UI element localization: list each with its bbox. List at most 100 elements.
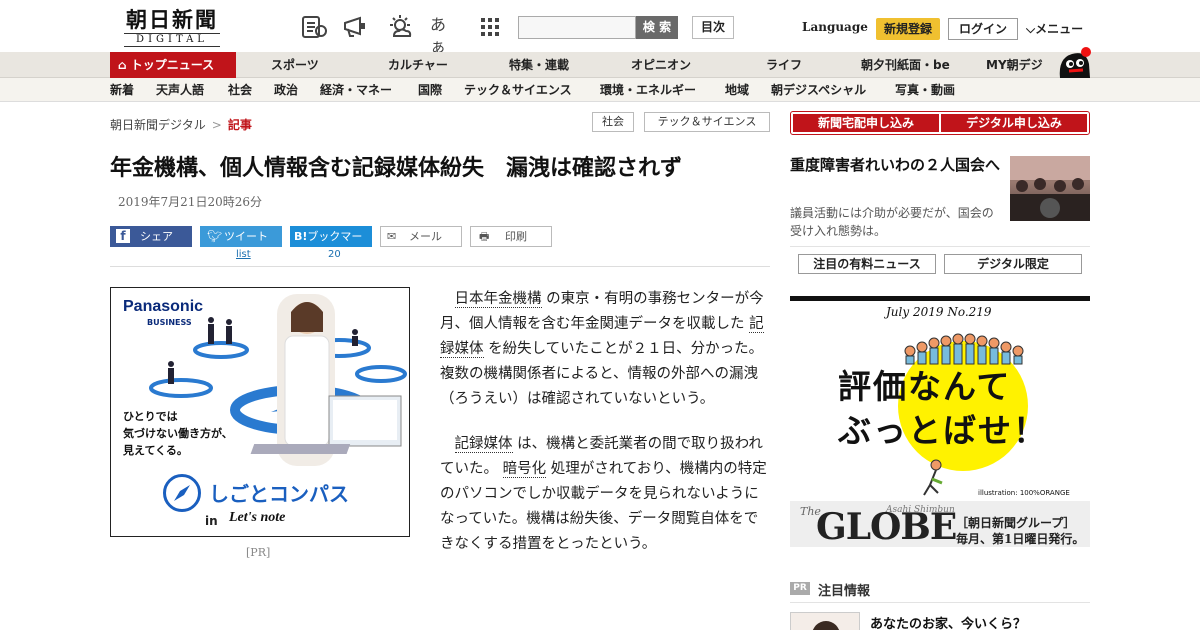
nav2-item-photo-video[interactable]: 写真・動画 xyxy=(895,78,955,102)
nav2-item-special[interactable]: 朝デジスペシャル xyxy=(771,78,866,102)
nav-item-paper-edition[interactable]: 朝夕刊紙面・be xyxy=(861,52,950,78)
site-header: 朝日新聞 DIGITAL あぁ 検 索 目次 Language 新規登録 ログイ… xyxy=(0,0,1200,56)
hatena-count[interactable]: 20 xyxy=(328,249,341,260)
crowd-illustration xyxy=(904,333,1024,365)
nav-item-opinion[interactable]: オピニオン xyxy=(631,52,691,78)
twitter-count-link[interactable]: list xyxy=(236,249,251,260)
menu-button[interactable]: ⌵メニュー xyxy=(1026,20,1083,37)
ad-copy-line: 見えてくる。 xyxy=(123,444,188,457)
ad-copy-line: ひとりでは xyxy=(123,410,178,423)
nav-item-life[interactable]: ライフ xyxy=(766,52,802,78)
twitter-icon: 🐦︎ xyxy=(207,229,223,243)
twitter-share-button[interactable]: 🐦︎ ツイート xyxy=(200,226,282,247)
article-date: 2019年7月21日20時26分 xyxy=(118,195,262,209)
nav-item-culture[interactable]: カルチャー xyxy=(388,52,448,78)
ad-product: Let's note xyxy=(229,510,286,525)
globe-title: GLOBE xyxy=(816,506,957,547)
print-button[interactable]: 🖶︎ 印刷 xyxy=(470,226,552,247)
logo-main-text: 朝日新聞 xyxy=(126,7,218,32)
nav2-item-region[interactable]: 地域 xyxy=(725,78,749,102)
globe-publisher-line: 毎月、第1日曜日発行。 xyxy=(956,532,1085,546)
chevron-down-icon: ⌵ xyxy=(1026,22,1036,36)
print-label: 印刷 xyxy=(505,230,527,243)
ad-in-label: in xyxy=(205,514,218,528)
twitter-share-label: ツイート xyxy=(224,230,268,243)
divider xyxy=(790,602,1090,603)
search-input[interactable] xyxy=(518,16,636,39)
grid-icon[interactable] xyxy=(476,14,504,40)
breadcrumb-home[interactable]: 朝日新聞デジタル xyxy=(110,118,206,132)
hatena-bookmark-button[interactable]: B!ブックマーク xyxy=(290,226,372,264)
ad-copy: ひとりでは 気づけない働き方が、 見えてくる。 xyxy=(123,408,233,459)
weather-icon[interactable] xyxy=(386,14,414,40)
tag-society[interactable]: 社会 xyxy=(592,112,634,132)
featured-title[interactable]: 重度障害者れいわの２人国会へ xyxy=(790,154,1000,177)
pr-item-link[interactable]: あなたのお家、今いくら？ xyxy=(870,613,1026,630)
divider xyxy=(790,246,1090,247)
nav2-item-latest[interactable]: 新着 xyxy=(110,78,134,102)
keyword-link[interactable]: 日本年金機構 xyxy=(454,291,542,308)
subscription-box: 新聞宅配申し込み デジタル申し込み xyxy=(790,111,1090,135)
globe-headline: 評価なんて ぶっとばせ！ xyxy=(838,365,1048,453)
featured-photo[interactable] xyxy=(1010,156,1090,221)
font-size-icon[interactable]: あぁ xyxy=(430,14,458,56)
nav-item-sports[interactable]: スポーツ xyxy=(271,52,319,78)
featured-description: 議員活動には介助が必要だが、国会の受け入れ態勢は。 xyxy=(790,206,994,238)
paragraph-text: を紛失していたことが２１日、分かった。複数の機構関係者によると、情報の外部への漏… xyxy=(440,341,764,407)
home-icon: ⌂ xyxy=(118,58,127,72)
mascot-icon[interactable] xyxy=(1056,44,1092,78)
nav2-item-politics[interactable]: 政治 xyxy=(274,78,298,102)
paid-news-button[interactable]: 注目の有料ニュース xyxy=(798,254,936,274)
nav-item-top-news[interactable]: ⌂ トップニュース xyxy=(110,52,236,78)
order-digital-button[interactable]: デジタル申し込み xyxy=(941,114,1087,132)
nav2-item-international[interactable]: 国際 xyxy=(418,78,442,102)
facebook-share-button[interactable]: f シェア xyxy=(110,226,192,247)
article-headline: 年金機構、個人情報含む記録媒体紛失 漏洩は確認されず xyxy=(110,155,683,181)
nav2-item-environment[interactable]: 環境・エネルギー xyxy=(600,78,696,102)
language-link[interactable]: Language xyxy=(802,20,868,34)
newspaper-icon[interactable] xyxy=(300,14,328,40)
logo-sub-text: DIGITAL xyxy=(124,33,220,47)
breadcrumb-separator: > xyxy=(211,118,222,132)
site-logo[interactable]: 朝日新聞 DIGITAL xyxy=(116,8,228,48)
pr-badge: PR xyxy=(790,582,810,595)
divider xyxy=(110,266,770,267)
keyword-link[interactable]: 記録媒体 xyxy=(454,436,513,453)
facebook-share-label: シェア xyxy=(140,230,173,243)
pr-thumbnail[interactable] xyxy=(790,612,860,630)
register-button[interactable]: 新規登録 xyxy=(876,18,940,40)
article-paragraph: 記録媒体 は、機構と委託業者の間で取り扱われていた。 暗号化 処理がされており、… xyxy=(440,432,770,557)
nav-item-features[interactable]: 特集・連載 xyxy=(509,52,569,78)
ad-slogan: しごとコンパス xyxy=(209,482,349,506)
globe-headline-line: 評価なんて xyxy=(838,367,1012,406)
nav2-item-economy[interactable]: 経済・マネー xyxy=(320,78,392,102)
keyword-link[interactable]: 暗号化 xyxy=(502,461,547,478)
nav-item-my-asahi[interactable]: MY朝デジ xyxy=(986,52,1043,78)
article-paragraph: 日本年金機構 の東京・有明の事務センターが今月、個人情報を含む年金関連データを収… xyxy=(440,287,770,412)
globe-publisher-line: ［朝日新聞グループ］ xyxy=(956,516,1076,530)
tag-tech-science[interactable]: テック＆サイエンス xyxy=(644,112,770,132)
nav2-item-tech-science[interactable]: テック＆サイエンス xyxy=(464,78,572,102)
order-home-delivery-button[interactable]: 新聞宅配申し込み xyxy=(793,114,939,132)
breadcrumb: 朝日新聞デジタル > 記事 xyxy=(110,116,252,133)
pr-heading: 注目情報 xyxy=(818,584,871,599)
breadcrumb-current: 記事 xyxy=(227,118,252,132)
falling-figure-illustration xyxy=(923,459,943,496)
login-button[interactable]: ログイン xyxy=(948,18,1018,40)
ad-pr-label: [PR] xyxy=(246,546,271,559)
nav2-item-tensei-jingo[interactable]: 天声人語 xyxy=(156,78,204,102)
article-body: 日本年金機構 の東京・有明の事務センターが今月、個人情報を含む年金関連データを収… xyxy=(440,287,770,577)
print-icon: 🖶︎ xyxy=(479,230,490,243)
toc-button[interactable]: 目次 xyxy=(692,16,734,39)
ad-banner[interactable]: Panasonic BUSINESS ひとりでは 気づけない働き方が、 見えてく… xyxy=(110,287,410,537)
globe-issue: July 2019 No.219 xyxy=(886,305,992,319)
digital-only-button[interactable]: デジタル限定 xyxy=(944,254,1082,274)
mail-share-button[interactable]: ✉ メール xyxy=(380,226,462,247)
search-button[interactable]: 検 索 xyxy=(636,16,678,39)
megaphone-icon[interactable] xyxy=(342,14,370,40)
hatena-icon: B! xyxy=(294,230,308,243)
compass-icon xyxy=(163,474,201,512)
nav2-item-society[interactable]: 社会 xyxy=(228,78,252,102)
globe-headline-line: ぶっとばせ！ xyxy=(838,411,1048,450)
globe-promo-banner[interactable]: July 2019 No.219 評価なんて ぶっとばせ！ illustrati… xyxy=(790,296,1090,547)
